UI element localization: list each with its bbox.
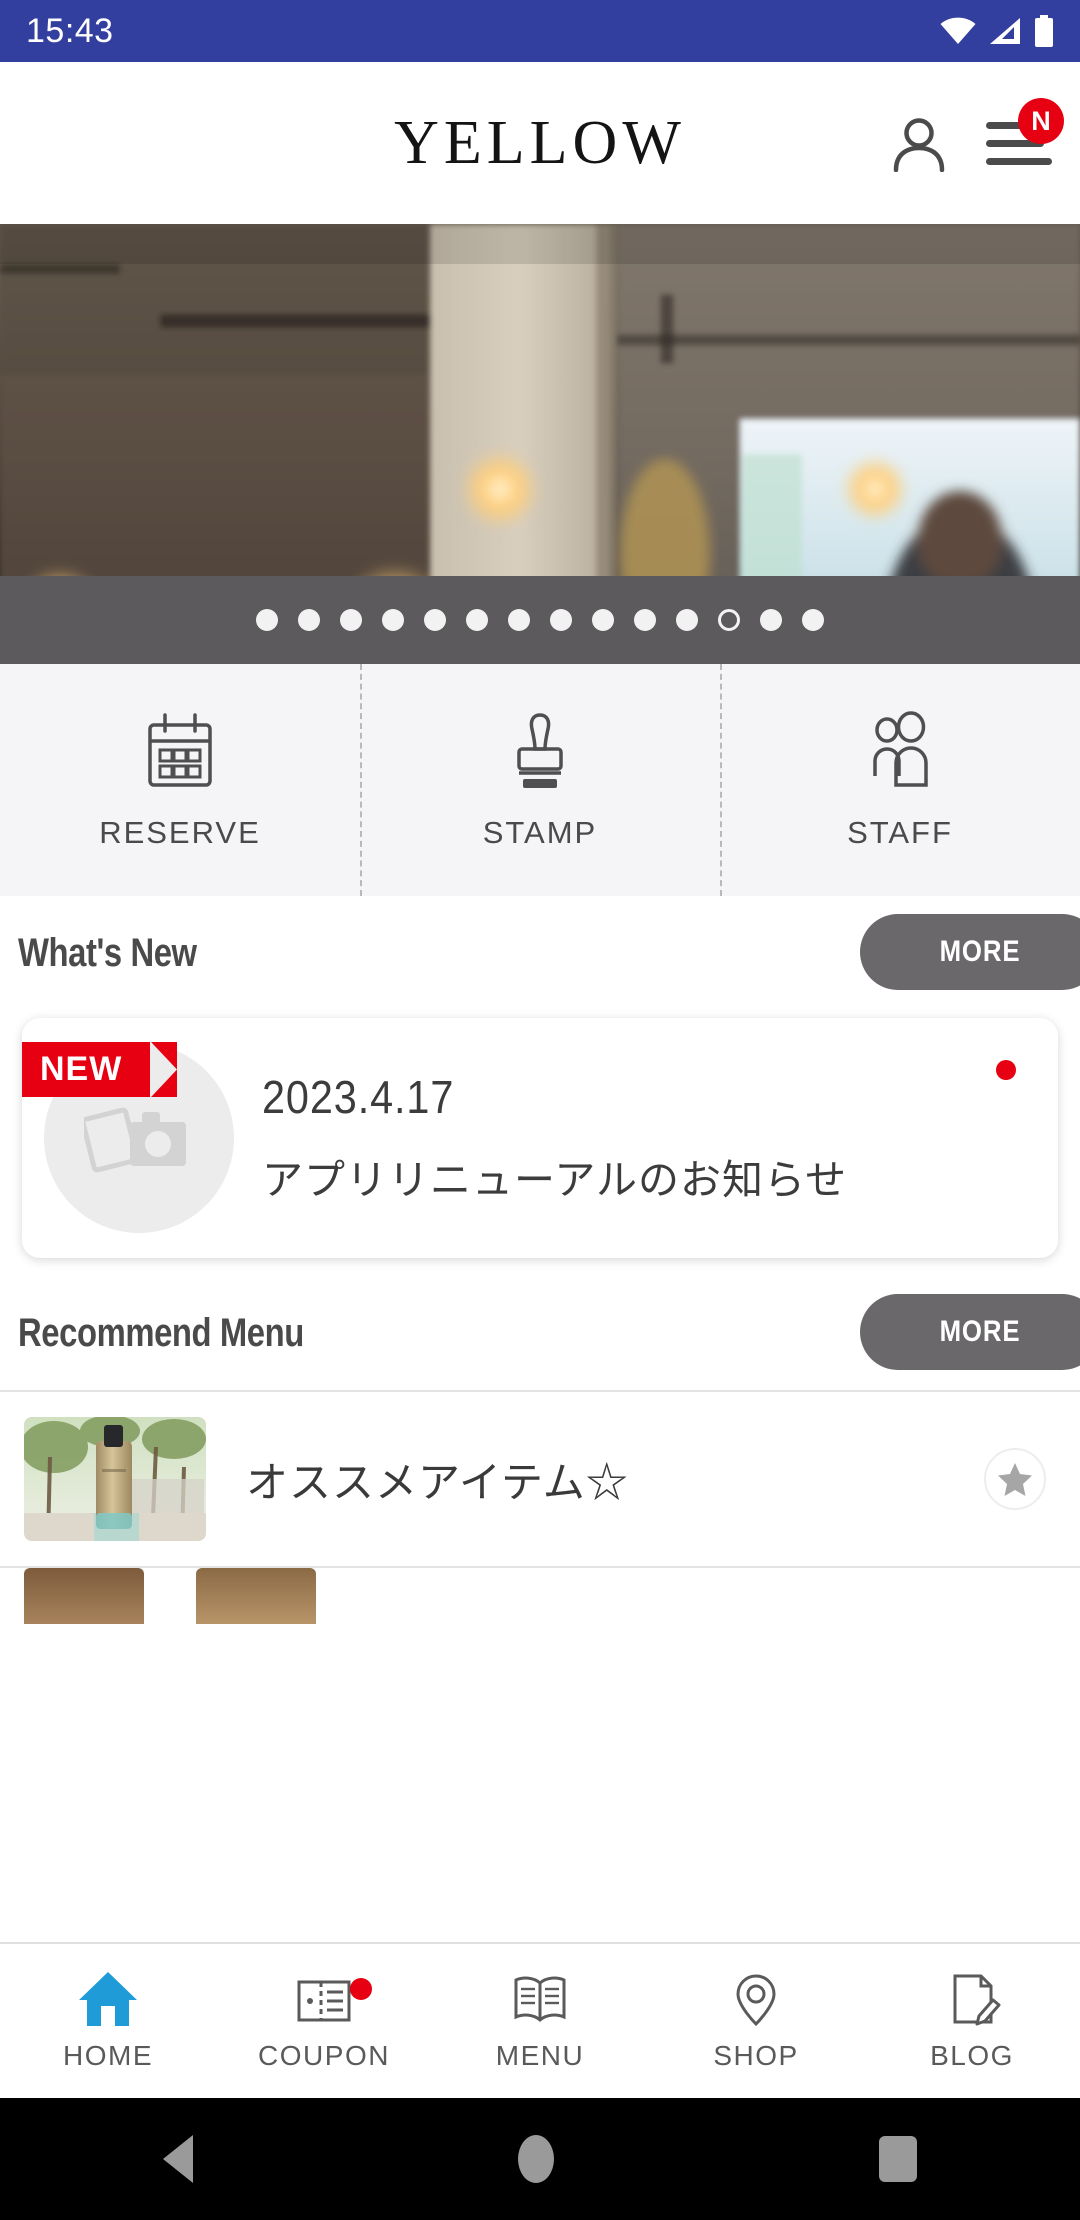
more-label: MORE [939,1315,1021,1348]
carousel-dot[interactable] [592,609,614,631]
document-icon [953,1974,1001,2026]
whats-new-more-button[interactable]: MORE [860,914,1080,990]
news-text: 2023.4.17 アプリリニューアルのお知らせ [262,1070,1058,1206]
nav-item-blog[interactable]: BLOG [864,1970,1080,2072]
product-photo [24,1417,206,1541]
coupon-badge [350,1978,372,2000]
section-title: What's New [18,930,197,975]
nav-label: COUPON [258,2040,390,2071]
menu-button[interactable]: N [986,98,1064,168]
wifi-icon [940,17,976,44]
nav-label: MENU [495,2040,585,2071]
nav-item-menu[interactable]: MENU [432,1970,648,2072]
staff-icon [873,711,928,787]
carousel-dot[interactable] [634,609,656,631]
star-icon [998,1463,1032,1496]
status-bar: 15:43 [0,0,1080,62]
menu-item-row-partial[interactable] [0,1568,1080,1624]
whats-new-list: NEW 2023.4.17 アプリリニューアルのお知らせ [0,1010,1080,1276]
signal-icon [990,18,1020,44]
carousel-dot[interactable] [508,609,530,631]
hero-carousel[interactable] [0,224,1080,664]
menu-item-favorite-button[interactable] [984,1448,1046,1510]
carousel-dot[interactable] [760,609,782,631]
quick-action-label: STAMP [482,815,598,850]
carousel-dot[interactable] [424,609,446,631]
quick-action-label: RESERVE [99,815,261,850]
carousel-dots[interactable] [0,576,1080,664]
carousel-dot[interactable] [382,609,404,631]
app-header: YELLOW N [0,62,1080,224]
bottom-navigation: HOME COUPON MENU SHOP BLOG [0,1942,1080,2098]
whats-new-header: What's New MORE [0,896,1080,1010]
carousel-dot[interactable] [802,609,824,631]
recommend-menu-header: Recommend Menu MORE [0,1276,1080,1390]
carousel-dot-active[interactable] [718,609,740,631]
android-navigation-bar [0,2098,1080,2220]
nav-item-shop[interactable]: SHOP [648,1970,864,2072]
quick-action-staff[interactable]: STAFF [720,664,1080,896]
nav-label: HOME [63,2040,153,2071]
carousel-dot[interactable] [256,609,278,631]
battery-icon [1035,15,1053,47]
quick-action-reserve[interactable]: RESERVE [0,664,360,896]
app-screen: 15:43 YELLOW N RESERVE STAMP STAFF What'… [0,0,1080,2220]
carousel-dot[interactable] [550,609,572,631]
recommend-menu-more-button[interactable]: MORE [860,1294,1080,1370]
android-back-button[interactable] [162,2135,193,2183]
coupon-icon [297,1980,351,2022]
carousel-dot[interactable] [676,609,698,631]
android-home-button[interactable] [517,2135,554,2183]
menu-item-row[interactable]: オススメアイテム☆ [0,1390,1080,1568]
header-actions: N [890,98,1064,172]
book-icon [514,1976,566,2022]
android-recents-button[interactable] [879,2136,918,2182]
news-date: 2023.4.17 [262,1071,455,1123]
nav-label: BLOG [930,2040,1014,2071]
quick-action-stamp[interactable]: STAMP [360,664,720,896]
status-icons [940,15,1054,47]
person-icon [893,118,945,172]
calendar-icon [148,713,212,787]
location-icon [736,1974,776,2027]
quick-action-label: STAFF [847,815,953,850]
news-title: アプリリニューアルのお知らせ [262,1157,848,1203]
news-item[interactable]: NEW 2023.4.17 アプリリニューアルのお知らせ [22,1018,1058,1258]
menu-item-thumbnail [196,1568,316,1624]
carousel-dot[interactable] [340,609,362,631]
home-icon [79,1972,137,2026]
menu-item-thumbnail [24,1568,144,1624]
menu-notification-badge: N [1018,98,1064,144]
photo-placeholder-icon [84,1107,186,1173]
status-time: 15:43 [26,11,114,50]
section-title: Recommend Menu [18,1310,304,1355]
nav-item-home[interactable]: HOME [0,1970,216,2072]
new-badge: NEW [22,1042,151,1098]
nav-label: SHOP [713,2040,799,2071]
quick-actions: RESERVE STAMP STAFF [0,664,1080,896]
carousel-dot[interactable] [298,609,320,631]
menu-item-thumbnail [24,1417,206,1541]
carousel-dot[interactable] [466,609,488,631]
stamp-icon [517,713,563,788]
nav-item-coupon[interactable]: COUPON [216,1970,432,2072]
menu-item-name: オススメアイテム☆ [246,1458,629,1506]
news-unread-indicator [996,1060,1016,1080]
account-button[interactable] [890,114,948,172]
more-label: MORE [939,935,1021,968]
